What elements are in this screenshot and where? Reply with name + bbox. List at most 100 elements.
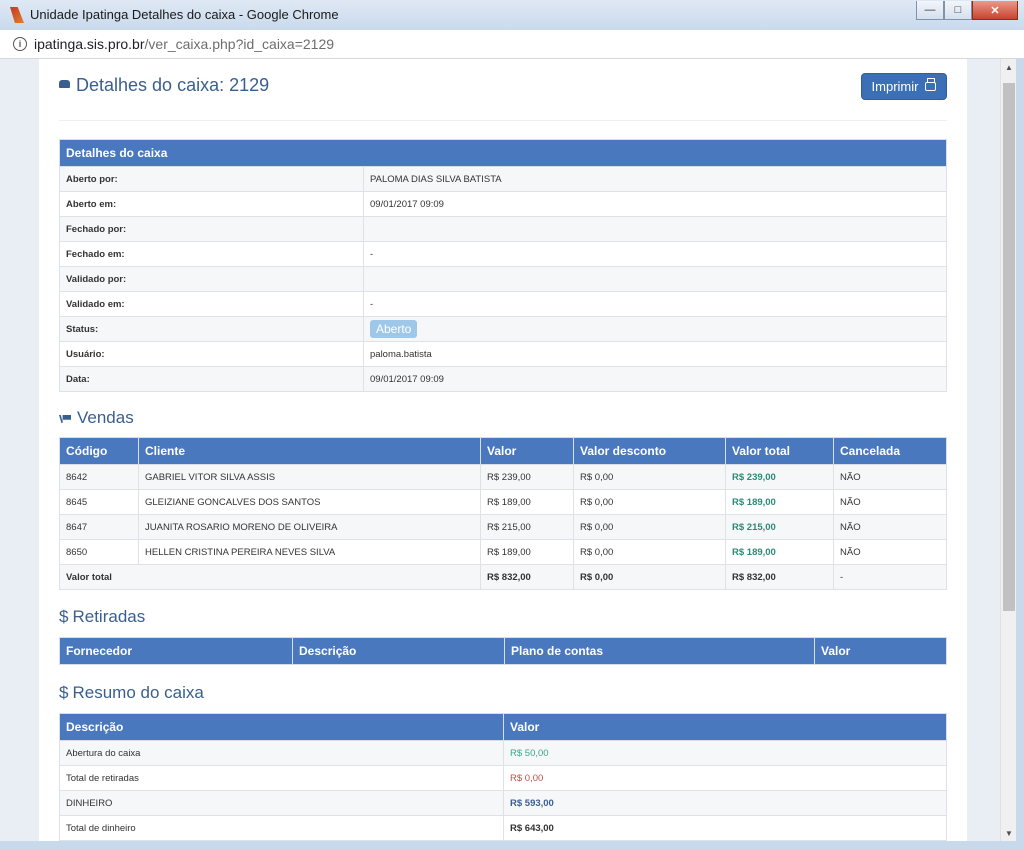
resumo-label: Total de retiradas xyxy=(59,765,504,791)
retiradas-title-text: Retiradas xyxy=(72,607,146,626)
cell-valor: R$ 239,00 xyxy=(480,464,574,490)
retiradas-header-row: Fornecedor Descrição Plano de contas Val… xyxy=(59,637,947,665)
details-row: Usuário: paloma.batista xyxy=(59,341,947,367)
details-value: 09/01/2017 09:09 xyxy=(363,191,947,217)
page-content: Detalhes do caixa: 2129 Imprimir Detalhe… xyxy=(39,59,967,841)
scroll-up-arrow-icon[interactable]: ▲ xyxy=(1001,59,1017,75)
details-label: Fechado por: xyxy=(59,216,364,242)
col-plano-de-contas: Plano de contas xyxy=(504,637,815,665)
cell-cliente: HELLEN CRISTINA PEREIRA NEVES SILVA xyxy=(138,539,481,565)
cell-codigo: 8647 xyxy=(59,514,139,540)
col-valor: Valor xyxy=(503,713,947,741)
cell-cancelada: NÃO xyxy=(833,489,947,515)
col-valor: Valor xyxy=(480,437,574,465)
resumo-value: R$ 50,00 xyxy=(503,740,947,766)
total-desconto: R$ 0,00 xyxy=(573,564,726,590)
cell-desconto: R$ 0,00 xyxy=(573,514,726,540)
col-valor-total: Valor total xyxy=(725,437,834,465)
resumo-section-title: $ Resumo do caixa xyxy=(59,683,204,703)
details-value: PALOMA DIAS SILVA BATISTA xyxy=(363,166,947,192)
cell-valor: R$ 215,00 xyxy=(480,514,574,540)
vendas-title-text: Vendas xyxy=(77,408,134,427)
window-frame-bottom xyxy=(0,841,1024,849)
details-value xyxy=(363,216,947,242)
retiradas-section-title: $ Retiradas xyxy=(59,607,145,627)
status-badge: Aberto xyxy=(370,320,418,338)
retiradas-table: Fornecedor Descrição Plano de contas Val… xyxy=(59,637,947,665)
dollar-icon: $ xyxy=(59,683,69,702)
cell-total: R$ 189,00 xyxy=(725,539,834,565)
table-row: 8642 GABRIEL VITOR SILVA ASSIS R$ 239,00… xyxy=(59,464,947,490)
vertical-scrollbar[interactable]: ▲ ▼ xyxy=(1000,59,1017,841)
maximize-button[interactable]: □ xyxy=(944,1,972,20)
table-row: Abertura do caixa R$ 50,00 xyxy=(59,740,947,766)
total-valor-total: R$ 832,00 xyxy=(725,564,834,590)
cell-cancelada: NÃO xyxy=(833,464,947,490)
cell-codigo: 8642 xyxy=(59,464,139,490)
total-label: Valor total xyxy=(59,564,481,590)
col-fornecedor: Fornecedor xyxy=(59,637,293,665)
resumo-table: Descrição Valor Abertura do caixa R$ 50,… xyxy=(59,713,947,841)
resumo-label: Total de dinheiro xyxy=(59,815,504,841)
resumo-header-row: Descrição Valor xyxy=(59,713,947,741)
resumo-label: Abertura do caixa xyxy=(59,740,504,766)
cell-total: R$ 215,00 xyxy=(725,514,834,540)
details-label: Fechado em: xyxy=(59,241,364,267)
minimize-button[interactable]: — xyxy=(916,1,944,20)
cell-codigo: 8650 xyxy=(59,539,139,565)
col-descricao: Descrição xyxy=(59,713,504,741)
col-cancelada: Cancelada xyxy=(833,437,947,465)
close-button[interactable]: ✕ xyxy=(972,1,1018,20)
details-label: Aberto por: xyxy=(59,166,364,192)
details-value: paloma.batista xyxy=(363,341,947,367)
window-titlebar: Unidade Ipatinga Detalhes do caixa - Goo… xyxy=(0,0,1024,31)
app-logo-icon xyxy=(10,7,24,23)
cell-cliente: GABRIEL VITOR SILVA ASSIS xyxy=(138,464,481,490)
details-label: Validado em: xyxy=(59,291,364,317)
details-row: Fechado em: - xyxy=(59,241,947,267)
details-label: Data: xyxy=(59,366,364,392)
vendas-header-row: Código Cliente Valor Valor desconto Valo… xyxy=(59,437,947,465)
cell-cancelada: NÃO xyxy=(833,514,947,540)
details-table-header: Detalhes do caixa xyxy=(59,139,947,167)
cell-desconto: R$ 0,00 xyxy=(573,464,726,490)
details-value: Aberto xyxy=(363,316,947,342)
details-row: Aberto por: PALOMA DIAS SILVA BATISTA xyxy=(59,166,947,192)
cell-valor: R$ 189,00 xyxy=(480,539,574,565)
cell-cancelada: NÃO xyxy=(833,539,947,565)
details-row: Fechado por: xyxy=(59,216,947,242)
page-title-text: Detalhes do caixa: 2129 xyxy=(76,75,270,95)
cell-codigo: 8645 xyxy=(59,489,139,515)
vendas-table: Código Cliente Valor Valor desconto Valo… xyxy=(59,437,947,590)
table-row: 8645 GLEIZIANE GONCALVES DOS SANTOS R$ 1… xyxy=(59,489,947,515)
dollar-icon: $ xyxy=(59,607,69,626)
scrollbar-thumb[interactable] xyxy=(1003,83,1015,611)
printer-icon xyxy=(925,78,937,91)
url-host: ipatinga.sis.pro.br xyxy=(34,36,145,52)
page-title: Detalhes do caixa: 2129 xyxy=(59,75,269,96)
col-valor: Valor xyxy=(814,637,947,665)
resumo-value: R$ 643,00 xyxy=(503,815,947,841)
print-button[interactable]: Imprimir xyxy=(861,73,947,100)
details-value xyxy=(363,266,947,292)
cell-desconto: R$ 0,00 xyxy=(573,539,726,565)
cell-cliente: JUANITA ROSARIO MORENO DE OLIVEIRA xyxy=(138,514,481,540)
details-label: Validado por: xyxy=(59,266,364,292)
info-icon[interactable]: i xyxy=(13,37,27,51)
scroll-down-arrow-icon[interactable]: ▼ xyxy=(1001,825,1017,841)
cell-valor: R$ 189,00 xyxy=(480,489,574,515)
total-cancelada: - xyxy=(833,564,947,590)
window-frame-right xyxy=(1016,59,1024,849)
table-row: 8647 JUANITA ROSARIO MORENO DE OLIVEIRA … xyxy=(59,514,947,540)
col-descricao: Descrição xyxy=(292,637,505,665)
details-row: Data: 09/01/2017 09:09 xyxy=(59,366,947,392)
details-value: - xyxy=(363,241,947,267)
cell-desconto: R$ 0,00 xyxy=(573,489,726,515)
window-controls: — □ ✕ xyxy=(916,1,1018,20)
url-text[interactable]: ipatinga.sis.pro.br/ver_caixa.php?id_cai… xyxy=(34,36,334,52)
table-row: Total de retiradas R$ 0,00 xyxy=(59,765,947,791)
address-bar[interactable]: i ipatinga.sis.pro.br/ver_caixa.php?id_c… xyxy=(0,30,1024,59)
cell-total: R$ 239,00 xyxy=(725,464,834,490)
col-cliente: Cliente xyxy=(138,437,481,465)
url-path: /ver_caixa.php?id_caixa=2129 xyxy=(144,36,335,52)
